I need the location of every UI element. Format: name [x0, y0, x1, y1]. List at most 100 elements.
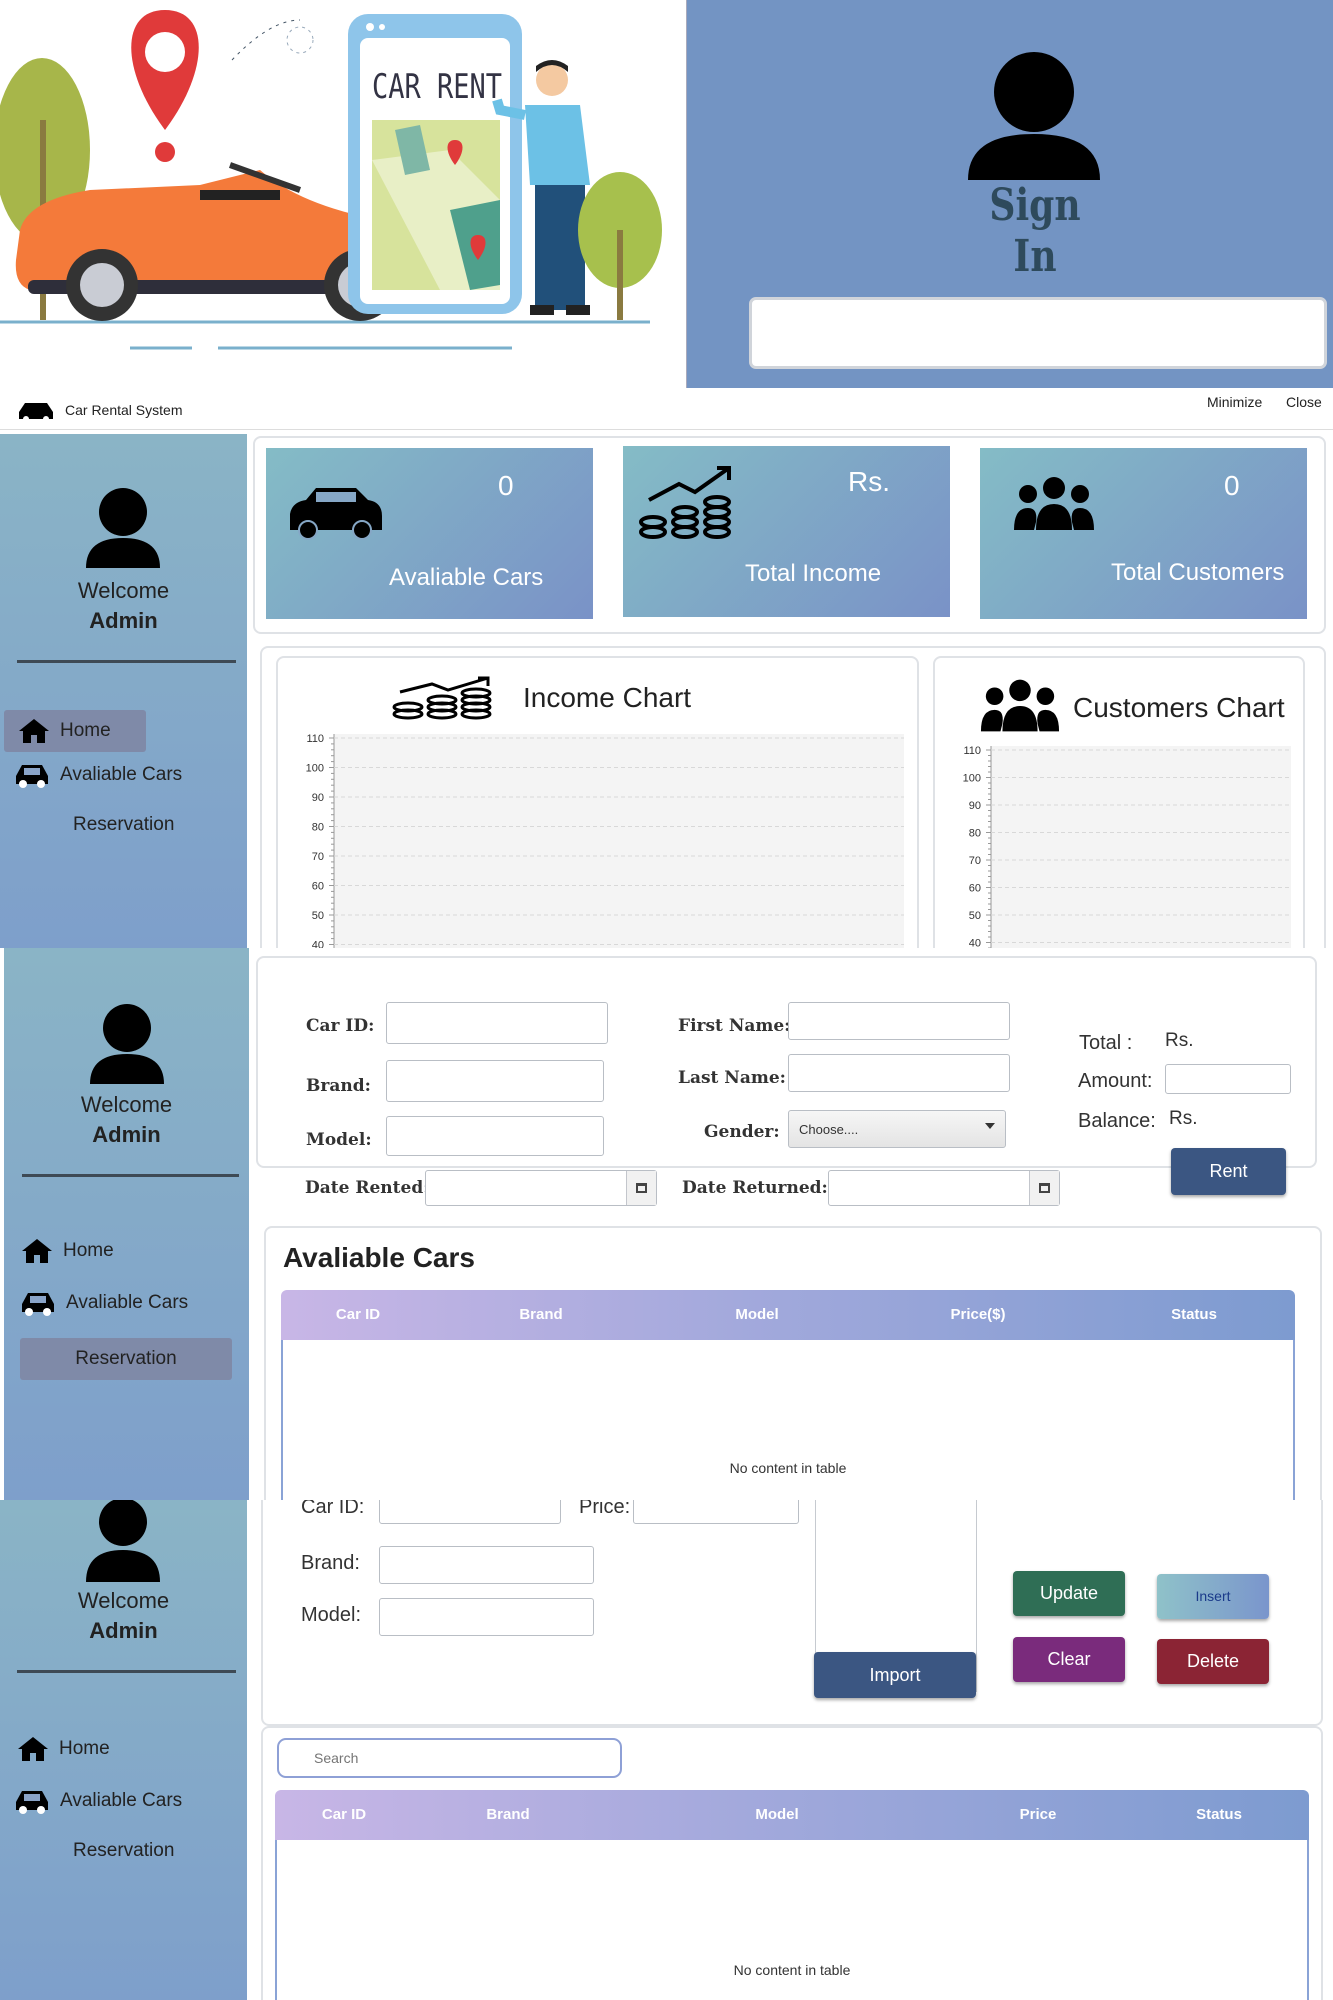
model-label: Model:: [301, 1604, 362, 1626]
username-label: Admin: [89, 608, 158, 633]
available-cars-card[interactable]: 0 Avaliable Cars: [266, 448, 593, 619]
date-rented-field[interactable]: [425, 1170, 657, 1206]
signin-title: Sign In: [989, 180, 1081, 282]
sidebar-item-label: Reservation: [73, 1840, 175, 1861]
sidebar-item-label: Home: [59, 1738, 110, 1759]
income-chart-title: Income Chart: [523, 682, 692, 713]
signin-screen: CAR RENT Sign In: [0, 0, 1333, 388]
brand-field[interactable]: [386, 1060, 604, 1102]
username-label: Admin: [89, 1618, 158, 1643]
y-tick-label: 70: [312, 851, 324, 863]
column-header[interactable]: Model: [735, 1306, 778, 1323]
rent-form-panel: Car ID: Brand: Model: First Name: Last N…: [256, 956, 1317, 1168]
close-button[interactable]: Close: [1286, 394, 1322, 410]
gender-select[interactable]: Choose....: [788, 1110, 1006, 1148]
total-label: Total :: [1079, 1032, 1133, 1054]
y-tick-label: 110: [306, 733, 324, 745]
sidebar-item-home[interactable]: Home: [4, 710, 146, 752]
y-tick-label: 50: [969, 910, 981, 922]
sidebar-item-cars[interactable]: Avaliable Cars: [14, 762, 182, 788]
sidebar: Welcome Admin Home Avaliable Cars Reserv…: [0, 1500, 247, 2000]
user-avatar-icon: [90, 1004, 164, 1084]
search-input[interactable]: [277, 1738, 622, 1778]
username-field[interactable]: [749, 297, 1327, 369]
first-name-field[interactable]: [788, 1002, 1010, 1040]
sidebar-item-home[interactable]: Home: [21, 1238, 114, 1264]
clear-button[interactable]: Clear: [1013, 1637, 1125, 1682]
gender-label: Gender:: [704, 1122, 780, 1142]
brand-label: Brand:: [306, 1076, 371, 1096]
total-customers-card[interactable]: 0 Total Customers: [980, 448, 1307, 619]
model-field[interactable]: [379, 1598, 594, 1636]
total-income-label: Total Income: [745, 560, 882, 587]
total-income-card[interactable]: Rs. Total Income: [623, 446, 950, 617]
cars-table-header: Car ID Brand Model Price Status: [275, 1790, 1309, 1840]
column-header[interactable]: Brand: [519, 1306, 562, 1323]
sidebar-item-reservation[interactable]: Reservation: [20, 1338, 232, 1380]
user-avatar-icon: [86, 488, 160, 568]
y-tick-label: 100: [963, 773, 981, 785]
column-header[interactable]: Brand: [486, 1806, 529, 1823]
dashboard-screen: Car Rental System Minimize Close Welcome…: [0, 388, 1333, 948]
y-tick-label: 40: [969, 938, 981, 949]
minimize-button[interactable]: Minimize: [1207, 394, 1262, 410]
amount-field[interactable]: [1165, 1064, 1291, 1094]
model-label: Model:: [306, 1130, 372, 1150]
y-tick-label: 90: [312, 792, 324, 804]
column-header[interactable]: Status: [1171, 1306, 1217, 1323]
date-returned-label: Date Returned:: [682, 1178, 828, 1198]
last-name-field[interactable]: [788, 1054, 1010, 1092]
car-id-label: Car ID:: [301, 1500, 365, 1518]
sidebar-item-reservation[interactable]: Reservation: [73, 814, 174, 836]
sidebar-item-home[interactable]: Home: [17, 1736, 110, 1762]
car-icon: [290, 488, 382, 540]
balance-value: Rs.: [1169, 1108, 1198, 1129]
car-icon: [16, 1791, 48, 1814]
window-titlebar: Car Rental System Minimize Close: [0, 388, 1333, 430]
empty-table-message: No content in table: [729, 1460, 847, 1476]
column-header[interactable]: Model: [755, 1806, 798, 1823]
column-header[interactable]: Car ID: [336, 1306, 380, 1323]
model-field[interactable]: [386, 1116, 604, 1156]
available-cars-table[interactable]: [281, 1340, 1295, 1500]
y-tick-label: 50: [312, 910, 324, 922]
welcome-text: Welcome: [80, 1092, 173, 1117]
car-id-label: Car ID:: [306, 1016, 375, 1036]
sidebar-item-cars[interactable]: Avaliable Cars: [14, 1788, 182, 1814]
column-header[interactable]: Price($): [950, 1306, 1005, 1323]
insert-button[interactable]: Insert: [1157, 1574, 1269, 1619]
column-header[interactable]: Price: [1020, 1806, 1057, 1823]
rent-button[interactable]: Rent: [1171, 1148, 1286, 1195]
column-header[interactable]: Status: [1196, 1806, 1242, 1823]
customers-chart: 110 100 90 80 70 60 50 40: [963, 745, 1291, 949]
available-cars-label: Avaliable Cars: [389, 564, 544, 591]
car-rent-illustration: CAR RENT: [0, 10, 662, 350]
available-cars-table-header: Car ID Brand Model Price($) Status: [281, 1290, 1295, 1340]
cars-management-screen: Welcome Admin Home Avaliable Cars Reserv…: [0, 1500, 1333, 2000]
y-tick-label: 70: [969, 855, 981, 867]
delete-button[interactable]: Delete: [1157, 1639, 1269, 1684]
y-tick-label: 90: [969, 800, 981, 812]
calendar-icon: [626, 1171, 656, 1205]
balance-label: Balance:: [1078, 1110, 1156, 1132]
gender-select-value: Choose....: [799, 1122, 859, 1137]
update-button[interactable]: Update: [1013, 1571, 1125, 1616]
sidebar-item-label: Home: [60, 720, 111, 741]
car-id-field[interactable]: [379, 1500, 561, 1524]
price-label: Price:: [579, 1500, 631, 1518]
car-id-field[interactable]: [386, 1002, 608, 1044]
first-name-label: First Name:: [678, 1016, 791, 1036]
date-returned-field[interactable]: [828, 1170, 1060, 1206]
sidebar-item-cars[interactable]: Avaliable Cars: [20, 1290, 188, 1316]
brand-field[interactable]: [379, 1546, 594, 1584]
total-income-value: Rs.: [848, 466, 890, 497]
import-button[interactable]: Import: [814, 1652, 976, 1698]
y-tick-label: 60: [969, 883, 981, 895]
sidebar-item-label: Avaliable Cars: [60, 1790, 183, 1811]
price-field[interactable]: [633, 1500, 799, 1524]
calendar-icon: [1029, 1171, 1059, 1205]
column-header[interactable]: Car ID: [322, 1806, 366, 1823]
income-chart-panel: Income Chart 110 100 90 80 70 60 50 40: [276, 656, 919, 948]
sidebar-item-reservation[interactable]: Reservation: [73, 1840, 174, 1862]
plot-area: [334, 734, 904, 948]
